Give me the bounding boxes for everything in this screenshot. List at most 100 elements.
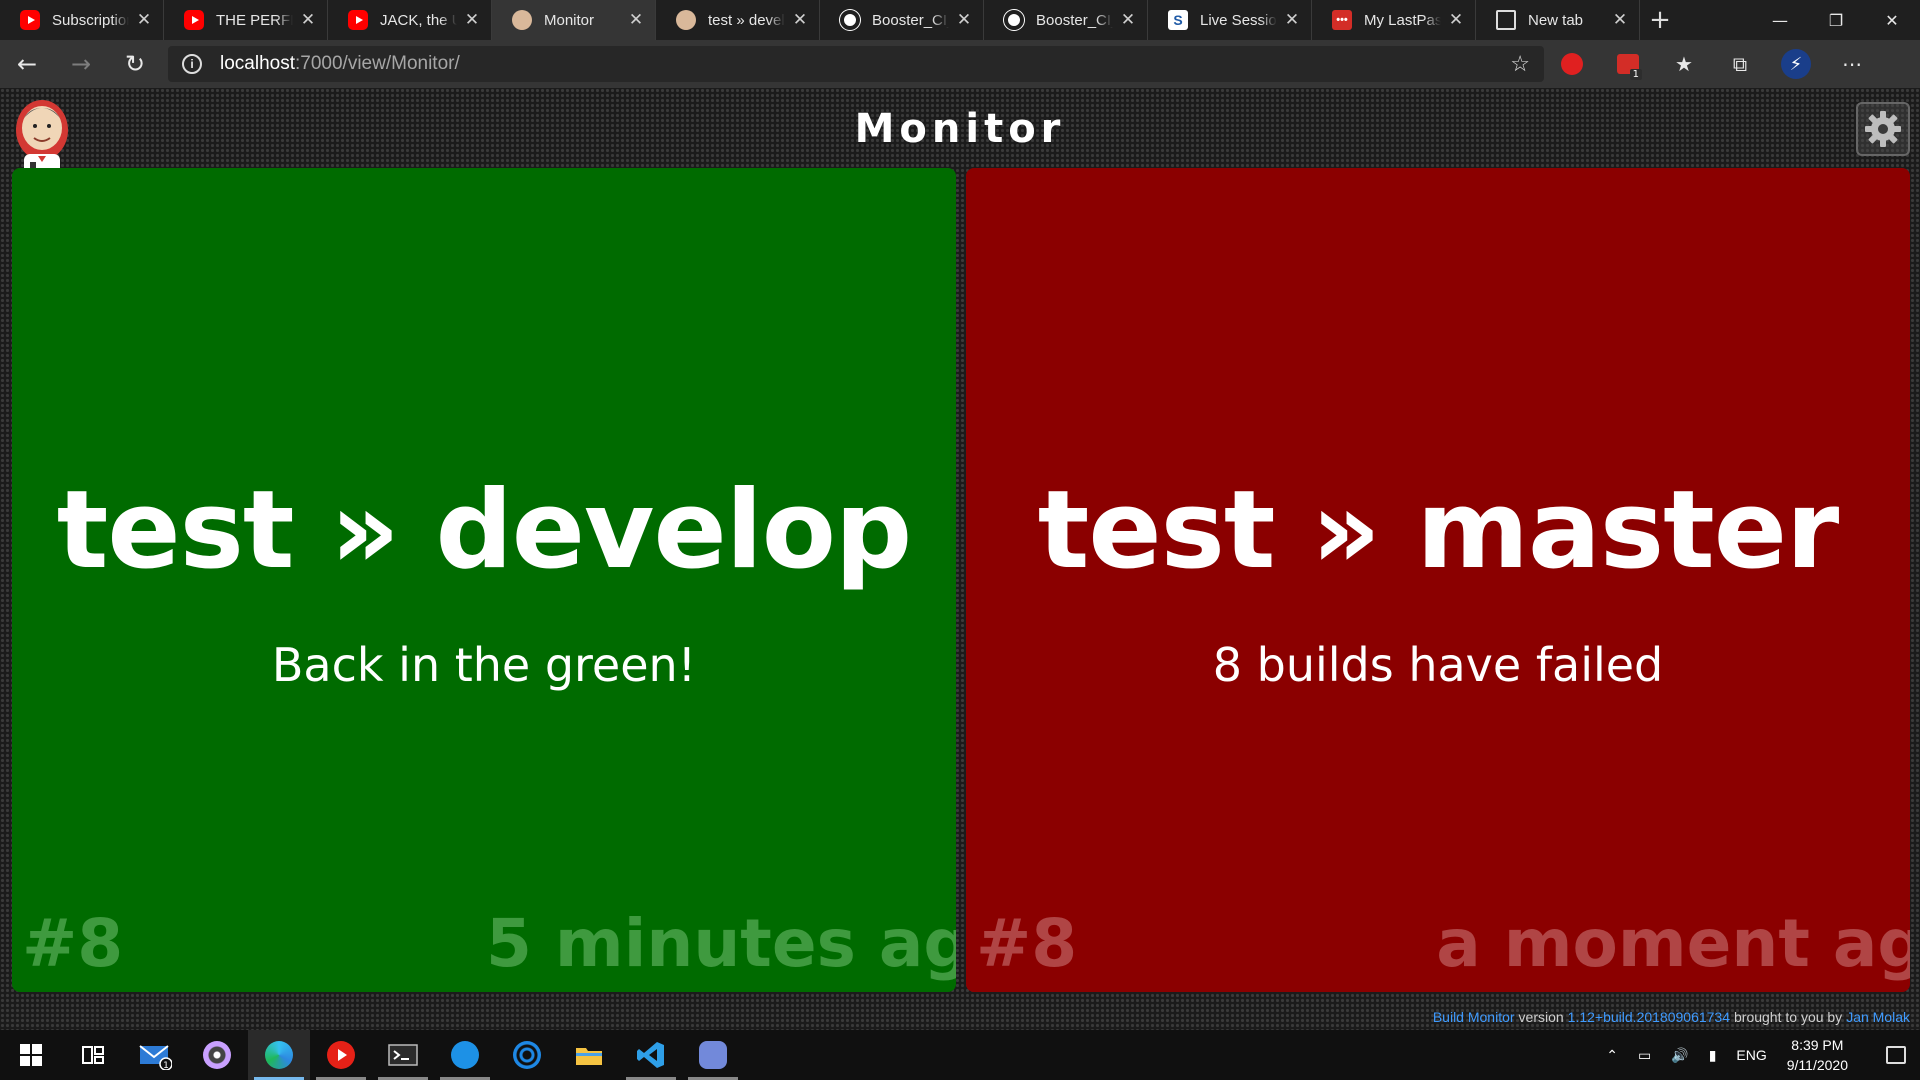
url-path: :7000/view/Monitor/	[295, 53, 460, 74]
browser-tab[interactable]: Booster_CI_C ✕	[984, 0, 1148, 40]
close-tab-icon[interactable]: ✕	[1119, 10, 1137, 30]
browser-tab[interactable]: THE PERFECT ✕	[164, 0, 328, 40]
volume-icon[interactable]: 🔊	[1671, 1047, 1688, 1064]
credit-text: brought to you by	[1734, 1009, 1843, 1025]
close-tab-icon[interactable]: ✕	[791, 10, 809, 30]
site-info-icon[interactable]: i	[182, 54, 202, 74]
forward-arrow-icon[interactable]: →	[54, 40, 108, 88]
address-bar[interactable]: i localhost:7000/view/Monitor/ ☆	[168, 46, 1544, 82]
chevron-up-icon[interactable]: ⌃	[1606, 1047, 1618, 1064]
tab-title: Booster_CI_C	[872, 11, 949, 29]
edge-browser-button[interactable]	[248, 1030, 310, 1080]
vscode-icon	[637, 1042, 664, 1068]
folder-icon	[576, 1048, 602, 1065]
new-tab-button[interactable]: +	[1640, 0, 1680, 40]
network-icon[interactable]: ▭	[1638, 1047, 1651, 1064]
youtube-app-button[interactable]	[310, 1030, 372, 1080]
task-view-button[interactable]	[62, 1030, 124, 1080]
tab-title: Booster_CI_C	[1036, 11, 1113, 29]
edge-icon	[265, 1041, 293, 1069]
build-time-ago: 5 minutes ago	[486, 905, 956, 982]
tab-title: JACK, the UI	[380, 11, 457, 29]
favorite-star-icon[interactable]: ☆	[1510, 51, 1530, 77]
tab-title: test » develop	[708, 11, 785, 29]
job-tile-test-develop[interactable]: test » develop Back in the green! #8 5 m…	[12, 168, 956, 992]
browser-tab[interactable]: JACK, the UI ✕	[328, 0, 492, 40]
groove-music-button[interactable]	[186, 1030, 248, 1080]
music-disc-icon	[203, 1041, 231, 1069]
build-monitor-link[interactable]: Build Monitor	[1433, 1009, 1515, 1025]
extension-badge: 1	[1629, 69, 1642, 80]
build-monitor-footer: Build Monitor version 1.12+build.2018090…	[1433, 1004, 1910, 1030]
windows-taskbar: 1 ⌃ ▭ 🔊 ▮ ENG 8:39 PM 9/11/2020	[0, 1030, 1920, 1080]
notification-center-icon[interactable]	[1886, 1046, 1906, 1064]
tab-title: THE PERFECT	[216, 11, 293, 29]
github-icon	[1004, 10, 1024, 30]
job-name[interactable]: test » develop	[12, 468, 956, 593]
build-number[interactable]: #8	[22, 905, 123, 982]
close-tab-icon[interactable]: ✕	[299, 10, 317, 30]
close-window-icon[interactable]: ✕	[1864, 0, 1920, 40]
mail-app-button[interactable]: 1	[124, 1030, 186, 1080]
mail-badge: 1	[163, 1061, 169, 1070]
build-monitor-page: Monitor test » develop Back in the green…	[0, 88, 1920, 1030]
author-link[interactable]: Jan Molak	[1846, 1009, 1910, 1025]
discord-button[interactable]	[682, 1030, 744, 1080]
minimize-icon[interactable]: —	[1752, 0, 1808, 40]
back-arrow-icon[interactable]: ←	[0, 40, 54, 88]
start-button[interactable]	[0, 1030, 62, 1080]
browser-tab[interactable]: Booster_CI_C ✕	[820, 0, 984, 40]
close-tab-icon[interactable]: ✕	[463, 10, 481, 30]
close-tab-icon[interactable]: ✕	[955, 10, 973, 30]
collections-icon[interactable]: ⧉	[1712, 40, 1768, 88]
browser-tab[interactable]: test » develop ✕	[656, 0, 820, 40]
terminal-button[interactable]	[372, 1030, 434, 1080]
version-label: version	[1518, 1009, 1564, 1025]
refresh-icon[interactable]: ↻	[108, 40, 162, 88]
clock-date: 9/11/2020	[1786, 1057, 1848, 1073]
build-number[interactable]: #8	[976, 905, 1077, 982]
clock[interactable]: 8:39 PM 9/11/2020	[1787, 1035, 1848, 1075]
more-menu-icon[interactable]: ⋯	[1824, 40, 1880, 88]
job-tile-test-master[interactable]: test » master 8 builds have failed #8 a …	[966, 168, 1910, 992]
version-link[interactable]: 1.12+build.201809061734	[1568, 1009, 1730, 1025]
close-tab-icon[interactable]: ✕	[1447, 10, 1465, 30]
battery-icon[interactable]: ▮	[1709, 1047, 1717, 1064]
close-tab-icon[interactable]: ✕	[627, 10, 645, 30]
language-indicator[interactable]: ENG	[1736, 1047, 1766, 1063]
close-tab-icon[interactable]: ✕	[135, 10, 153, 30]
youtube-icon	[327, 1041, 355, 1069]
tab-title: Subscriptions	[52, 11, 129, 29]
adblock-extension-icon[interactable]	[1544, 40, 1600, 88]
favorites-icon[interactable]: ★	[1656, 40, 1712, 88]
job-status-text: 8 builds have failed	[1212, 638, 1664, 692]
github-icon	[840, 10, 860, 30]
browser-tab[interactable]: Subscriptions ✕	[0, 0, 164, 40]
youtube-icon	[184, 10, 204, 30]
youtube-icon	[20, 10, 40, 30]
settings-button[interactable]	[1856, 102, 1910, 156]
browser-tab[interactable]: S Live Session ✕	[1148, 0, 1312, 40]
restore-icon[interactable]: ❐	[1808, 0, 1864, 40]
docker-button[interactable]	[434, 1030, 496, 1080]
task-view-icon	[82, 1046, 104, 1064]
live-session-icon: S	[1168, 10, 1188, 30]
browser-toolbar: ← → ↻ i localhost:7000/view/Monitor/ ☆ 1…	[0, 40, 1920, 88]
job-status-text: Back in the green!	[271, 638, 697, 692]
url-host: localhost	[220, 53, 295, 74]
vscode-button[interactable]	[620, 1030, 682, 1080]
profile-avatar[interactable]: ⚡	[1768, 40, 1824, 88]
browser-tab[interactable]: ••• My LastPass ✕	[1312, 0, 1476, 40]
job-tiles: test » develop Back in the green! #8 5 m…	[12, 168, 1910, 992]
lastpass-extension-icon[interactable]: 1	[1600, 40, 1656, 88]
close-tab-icon[interactable]: ✕	[1611, 10, 1629, 30]
file-explorer-button[interactable]	[558, 1030, 620, 1080]
browser-tab-strip: Subscriptions ✕ THE PERFECT ✕ JACK, the …	[0, 0, 1920, 40]
browser-tab-active[interactable]: Monitor ✕	[492, 0, 656, 40]
job-name[interactable]: test » master	[966, 468, 1910, 593]
page-title: Monitor	[854, 106, 1066, 152]
new-tab-icon	[1496, 10, 1516, 30]
browser-tab[interactable]: New tab ✕	[1476, 0, 1640, 40]
uplay-button[interactable]	[496, 1030, 558, 1080]
close-tab-icon[interactable]: ✕	[1283, 10, 1301, 30]
